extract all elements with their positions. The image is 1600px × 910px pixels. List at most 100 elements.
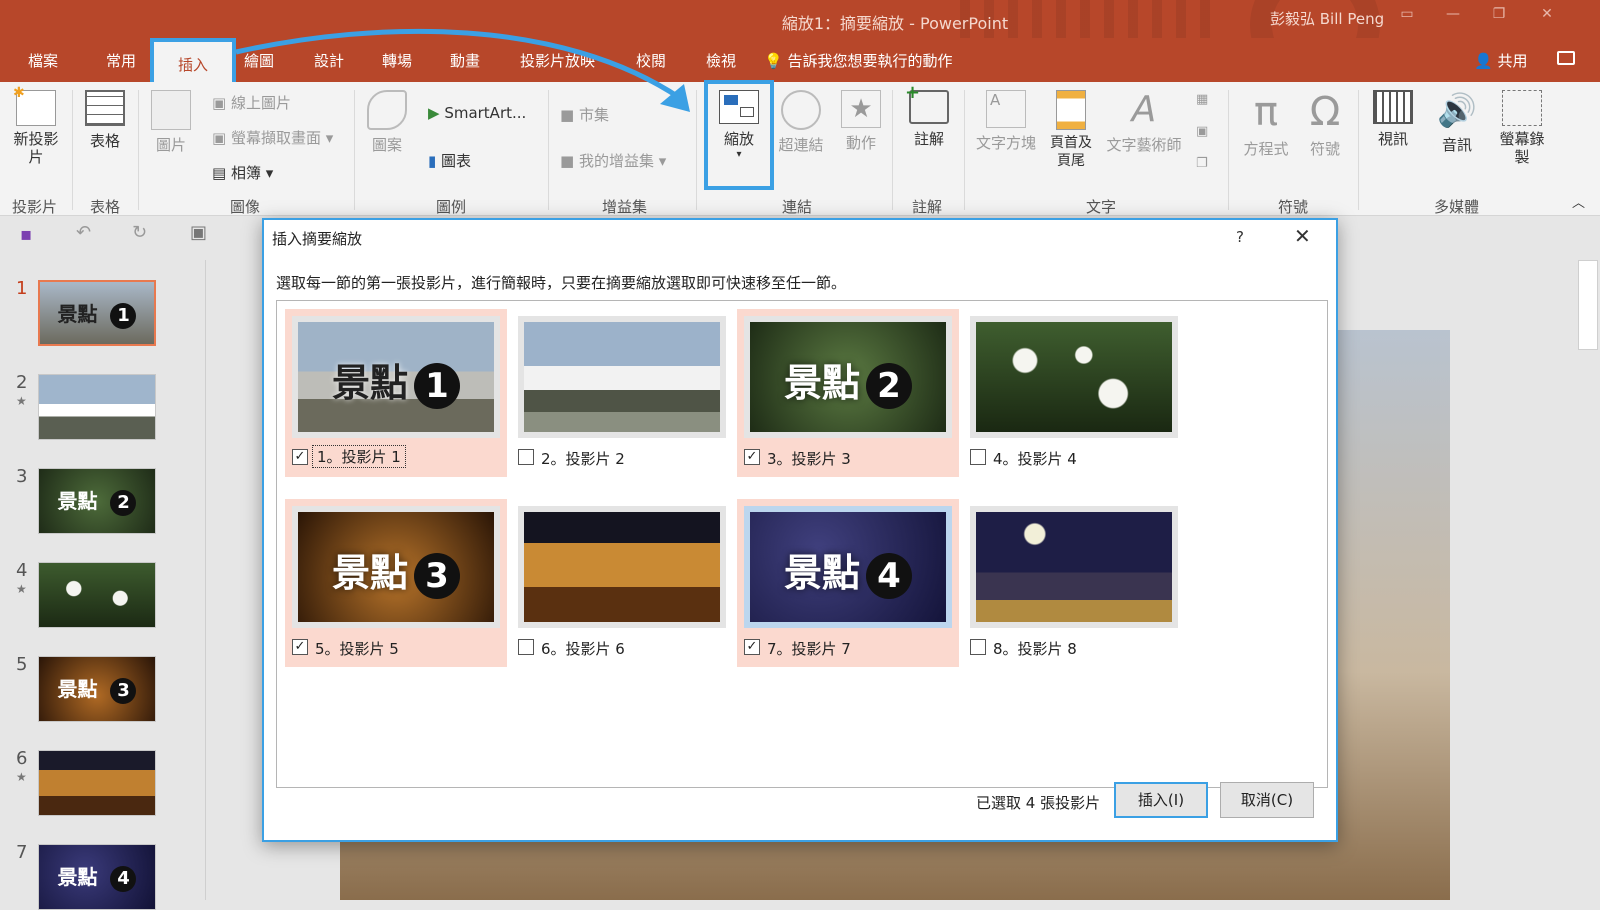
scrollbar-thumb[interactable] xyxy=(1578,260,1598,350)
date-time-icon[interactable]: ▦ xyxy=(1196,92,1208,107)
undo-icon[interactable]: ↶ xyxy=(76,222,91,243)
pictures-label: 圖片 xyxy=(155,136,186,154)
slide-checkbox[interactable] xyxy=(518,449,534,465)
restore-icon[interactable]: ❐ xyxy=(1484,6,1514,22)
video-button[interactable]: 視訊 xyxy=(1368,90,1418,149)
animation-star-icon: ★ xyxy=(16,770,27,784)
equation-button[interactable]: π 方程式 xyxy=(1238,90,1294,159)
slide-option-6[interactable]: 6。投影片 6 xyxy=(511,499,733,667)
slide-preview-8 xyxy=(970,506,1178,628)
shapes-button[interactable]: 圖案 xyxy=(364,90,410,155)
slide-option-1[interactable]: 景點 1 ✓ 1。投影片 1 xyxy=(285,309,507,477)
slide-option-3[interactable]: 景點 2 ✓ 3。投影片 3 xyxy=(737,309,959,477)
slide-option-label: 8。投影片 8 xyxy=(993,640,1077,658)
table-button[interactable]: 表格 xyxy=(82,90,128,151)
vertical-scrollbar[interactable] xyxy=(1575,260,1600,900)
slide-number: 3 xyxy=(16,466,28,487)
close-window-icon[interactable]: ✕ xyxy=(1532,6,1562,22)
slide-checkbox[interactable]: ✓ xyxy=(744,639,760,655)
user-name[interactable]: 彭毅弘 Bill Peng xyxy=(1270,8,1384,29)
screenshot-button[interactable]: ▣ 螢幕擷取畫面 ▾ xyxy=(212,127,333,148)
save-icon[interactable]: ▪ xyxy=(20,224,32,245)
slide-option-label: 5。投影片 5 xyxy=(315,640,399,658)
hyperlink-button[interactable]: 超連結 xyxy=(774,90,828,155)
cancel-button[interactable]: 取消(C) xyxy=(1220,782,1314,818)
tab-file[interactable]: 檔案 xyxy=(28,50,58,71)
thumbnail-image xyxy=(38,562,156,628)
minimize-icon[interactable]: — xyxy=(1438,6,1468,22)
slide-option-label: 2。投影片 2 xyxy=(541,450,625,468)
thumbnail-image xyxy=(38,374,156,440)
tab-review[interactable]: 校閱 xyxy=(636,50,666,71)
my-addins-button[interactable]: ■ 我的增益集 ▾ xyxy=(560,150,666,171)
tab-insert[interactable]: 插入 xyxy=(150,38,236,82)
pictures-button[interactable]: 圖片 xyxy=(148,90,194,155)
picture-icon xyxy=(151,90,191,130)
text-box-button[interactable]: A 文字方塊 xyxy=(974,90,1038,153)
photo-album-button[interactable]: ▤ 相簿 ▾ xyxy=(212,162,273,183)
smartart-icon: ▶ xyxy=(428,104,445,122)
slide-option-2[interactable]: 2。投影片 2 xyxy=(511,309,733,477)
ribbon: ✱ 新投影片 投影片 表格 表格 圖片 ▣ 線上圖片 ▣ 螢幕擷取畫面 ▾ ▤ … xyxy=(0,80,1600,216)
thumbnail-image: 景點 4 xyxy=(38,844,156,910)
share-button[interactable]: 👤 共用 xyxy=(1474,50,1527,71)
slide-preview-7: 景點 4 xyxy=(744,506,952,628)
slide-checkbox[interactable]: ✓ xyxy=(292,449,308,465)
slide-checkbox[interactable]: ✓ xyxy=(292,639,308,655)
tab-slideshow[interactable]: 投影片放映 xyxy=(520,50,595,71)
tab-design[interactable]: 設計 xyxy=(314,50,344,71)
slide-number-icon[interactable]: ▣ xyxy=(1196,124,1208,139)
dialog-close-icon[interactable]: ✕ xyxy=(1294,224,1311,248)
tab-transitions[interactable]: 轉場 xyxy=(382,50,412,71)
tab-home[interactable]: 常用 xyxy=(106,50,136,71)
audio-button[interactable]: 🔊 音訊 xyxy=(1432,90,1482,155)
symbol-button[interactable]: Ω 符號 xyxy=(1302,90,1348,159)
tell-me-box[interactable]: 💡 告訴我您想要執行的動作 xyxy=(764,50,952,71)
tab-draw[interactable]: 繪圖 xyxy=(244,50,274,71)
slide-checkbox[interactable] xyxy=(518,639,534,655)
slide-preview-4 xyxy=(970,316,1178,438)
group-label-links: 連結 xyxy=(782,198,813,216)
action-button[interactable]: ★ 動作 xyxy=(838,90,884,153)
hyperlink-label: 超連結 xyxy=(778,136,824,154)
slide-checkbox[interactable] xyxy=(970,449,986,465)
start-slideshow-icon[interactable]: ▣ xyxy=(190,222,207,243)
thumb-title: 景點 xyxy=(57,677,98,701)
chart-button[interactable]: ▮ 圖表 xyxy=(428,150,471,171)
dialog-instruction: 選取每一節的第一張投影片，進行簡報時，只要在摘要縮放選取即可快速移至任一節。 xyxy=(276,274,847,292)
wordart-button[interactable]: A 文字藝術師 xyxy=(1104,90,1184,155)
new-slide-label: 新投影片 xyxy=(13,130,59,166)
redo-icon[interactable]: ↻ xyxy=(132,222,147,243)
addins-icon: ■ xyxy=(560,152,579,170)
new-slide-button[interactable]: ✱ 新投影片 xyxy=(8,85,64,166)
slide-checkbox[interactable] xyxy=(970,639,986,655)
tab-view[interactable]: 檢視 xyxy=(706,50,736,71)
insert-button[interactable]: 插入(I) xyxy=(1114,782,1208,818)
shapes-icon xyxy=(367,90,407,130)
group-label-tables: 表格 xyxy=(90,198,121,216)
slide-checkbox[interactable]: ✓ xyxy=(744,449,760,465)
help-button[interactable]: ? xyxy=(1236,228,1244,246)
online-pictures-button[interactable]: ▣ 線上圖片 xyxy=(212,92,291,113)
ribbon-display-options-icon[interactable]: ▭ xyxy=(1392,6,1422,22)
person-icon: 👤 xyxy=(1474,52,1493,70)
comments-icon[interactable] xyxy=(1557,51,1575,65)
collapse-ribbon-icon[interactable]: ︿ xyxy=(1572,192,1585,211)
screen-recording-button[interactable]: 螢幕錄製 xyxy=(1494,90,1550,166)
store-button[interactable]: ■ 市集 xyxy=(560,104,609,125)
comment-button[interactable]: + 註解 xyxy=(904,82,954,149)
thumb-badge: 2 xyxy=(110,489,137,516)
smartart-button[interactable]: ▶ SmartArt... xyxy=(428,104,526,122)
preview-badge: 3 xyxy=(414,552,460,599)
add-comment-icon: + xyxy=(905,82,949,124)
header-footer-button[interactable]: 頁首及頁尾 xyxy=(1046,90,1096,170)
slide-option-4[interactable]: 4。投影片 4 xyxy=(963,309,1185,477)
selected-count: 已選取 4 張投影片 xyxy=(976,794,1101,812)
preview-badge: 4 xyxy=(866,552,912,599)
tab-animations[interactable]: 動畫 xyxy=(450,50,480,71)
slide-option-7[interactable]: 景點 4 ✓ 7。投影片 7 xyxy=(737,499,959,667)
slide-option-5[interactable]: 景點 3 ✓ 5。投影片 5 xyxy=(285,499,507,667)
object-icon[interactable]: ❐ xyxy=(1196,156,1208,171)
zoom-button[interactable]: 縮放 ▾ xyxy=(710,90,768,160)
slide-option-8[interactable]: 8。投影片 8 xyxy=(963,499,1185,667)
